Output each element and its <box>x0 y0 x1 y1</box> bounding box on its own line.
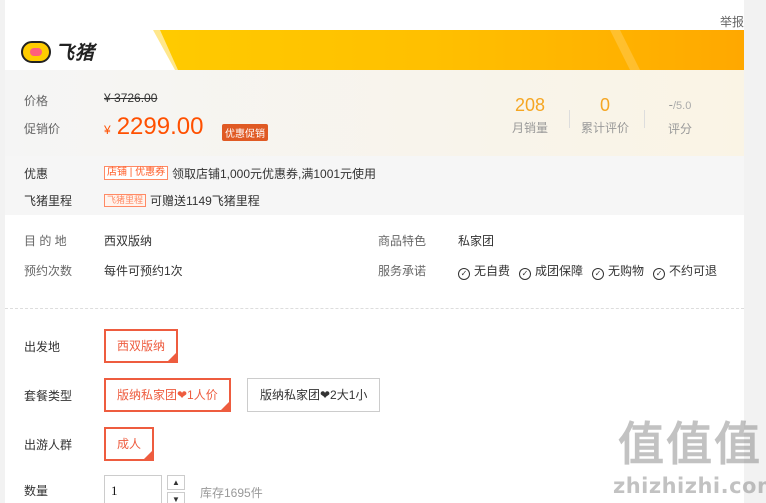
package-option-2[interactable]: 版纳私家团❤2大1小 <box>247 378 381 412</box>
service-item: ✓ 无购物 <box>592 264 644 280</box>
check-icon: ✓ <box>146 443 153 450</box>
departure-option[interactable]: 西双版纳 ✓ <box>104 329 179 363</box>
price-label: 价格 <box>24 94 49 108</box>
monthly-sales-label: 月销量 <box>511 121 548 135</box>
check-circle-icon: ✓ <box>519 268 532 280</box>
watermark-url: zhizhizhi.com <box>613 474 766 498</box>
check-icon: ✓ <box>170 345 177 352</box>
chevron-up-icon: ▲ <box>172 478 180 487</box>
increment-button[interactable]: ▲ <box>167 475 185 490</box>
feature-label: 商品特色 <box>378 234 427 248</box>
pig-icon <box>21 40 51 63</box>
quantity-input[interactable]: 1 <box>104 475 162 503</box>
review-count[interactable]: 0 累计评价 <box>569 94 641 136</box>
original-price: ¥ 3726.00 <box>104 91 158 105</box>
banner-stripe <box>610 30 640 70</box>
destination-label: 目 的 地 <box>24 234 67 248</box>
monthly-sales-value: 208 <box>514 95 546 115</box>
check-circle-icon: ✓ <box>458 268 470 280</box>
check-circle-icon: ✓ <box>592 268 605 280</box>
feature-value: 私家团 <box>458 234 495 248</box>
offers-panel: 优惠 店铺 | 优惠券 领取店铺1,000元优惠券,满1001元使用 飞猪里程 … <box>5 156 744 215</box>
service-item: ✓ 成团保障 <box>519 264 583 280</box>
promo-price-label: 促销价 <box>24 122 61 136</box>
departure-label: 出发地 <box>24 340 61 354</box>
group-label: 出游人群 <box>24 438 73 452</box>
watermark-logo: 值值值 <box>618 417 762 471</box>
review-count-label: 累计评价 <box>580 121 629 135</box>
promo-badge: 优惠促销 <box>222 124 268 141</box>
stock-text: 库存1695件 <box>200 486 263 500</box>
miles-tag: 飞猪里程 <box>104 194 147 207</box>
review-count-value: 0 <box>599 95 610 115</box>
fliggy-logo: 飞猪 <box>21 38 95 65</box>
group-option[interactable]: 成人 ✓ <box>104 427 155 461</box>
coupon-tag[interactable]: 店铺 | 优惠券 <box>104 166 169 180</box>
service-list: ✓ 无自费 ✓ 成团保障 ✓ 无购物 ✓ 不约可退 <box>458 261 728 281</box>
rating: -/5.0 评分 <box>644 94 716 137</box>
report-link[interactable]: 举报 <box>720 13 744 30</box>
monthly-sales: 208 月销量 <box>494 94 566 136</box>
destination-value: 西双版纳 <box>104 234 153 248</box>
brand-banner: 飞猪 <box>5 30 744 70</box>
chevron-down-icon: ▼ <box>172 495 180 503</box>
miles-label: 飞猪里程 <box>24 194 73 208</box>
section-divider <box>5 308 744 309</box>
check-icon: ✓ <box>222 394 229 401</box>
miles-text: 可赠送1149飞猪里程 <box>150 194 260 208</box>
service-item: ✓ 无自费 <box>458 264 510 280</box>
coupon-text[interactable]: 领取店铺1,000元优惠券,满1001元使用 <box>172 165 376 182</box>
service-item: ✓ 不约可退 <box>653 264 717 280</box>
booking-value: 每件可预约1次 <box>104 264 183 278</box>
package-label: 套餐类型 <box>24 389 73 403</box>
check-circle-icon: ✓ <box>653 268 666 280</box>
discount-label: 优惠 <box>24 167 49 181</box>
service-label: 服务承诺 <box>378 264 427 278</box>
rating-label: 评分 <box>667 122 692 136</box>
quantity-label: 数量 <box>24 484 49 498</box>
price-panel: 价格 ¥ 3726.00 促销价 ¥2299.00 优惠促销 208 月销量 0… <box>5 70 744 156</box>
rating-value: -/5.0 <box>668 97 692 112</box>
decrement-button[interactable]: ▼ <box>167 492 185 503</box>
logo-text: 飞猪 <box>55 43 96 64</box>
package-option-1[interactable]: 版纳私家团❤1人价 ✓ <box>104 378 231 412</box>
promo-price: ¥2299.00 <box>104 113 204 140</box>
booking-label: 预约次数 <box>24 264 73 278</box>
top-strip <box>5 0 744 8</box>
